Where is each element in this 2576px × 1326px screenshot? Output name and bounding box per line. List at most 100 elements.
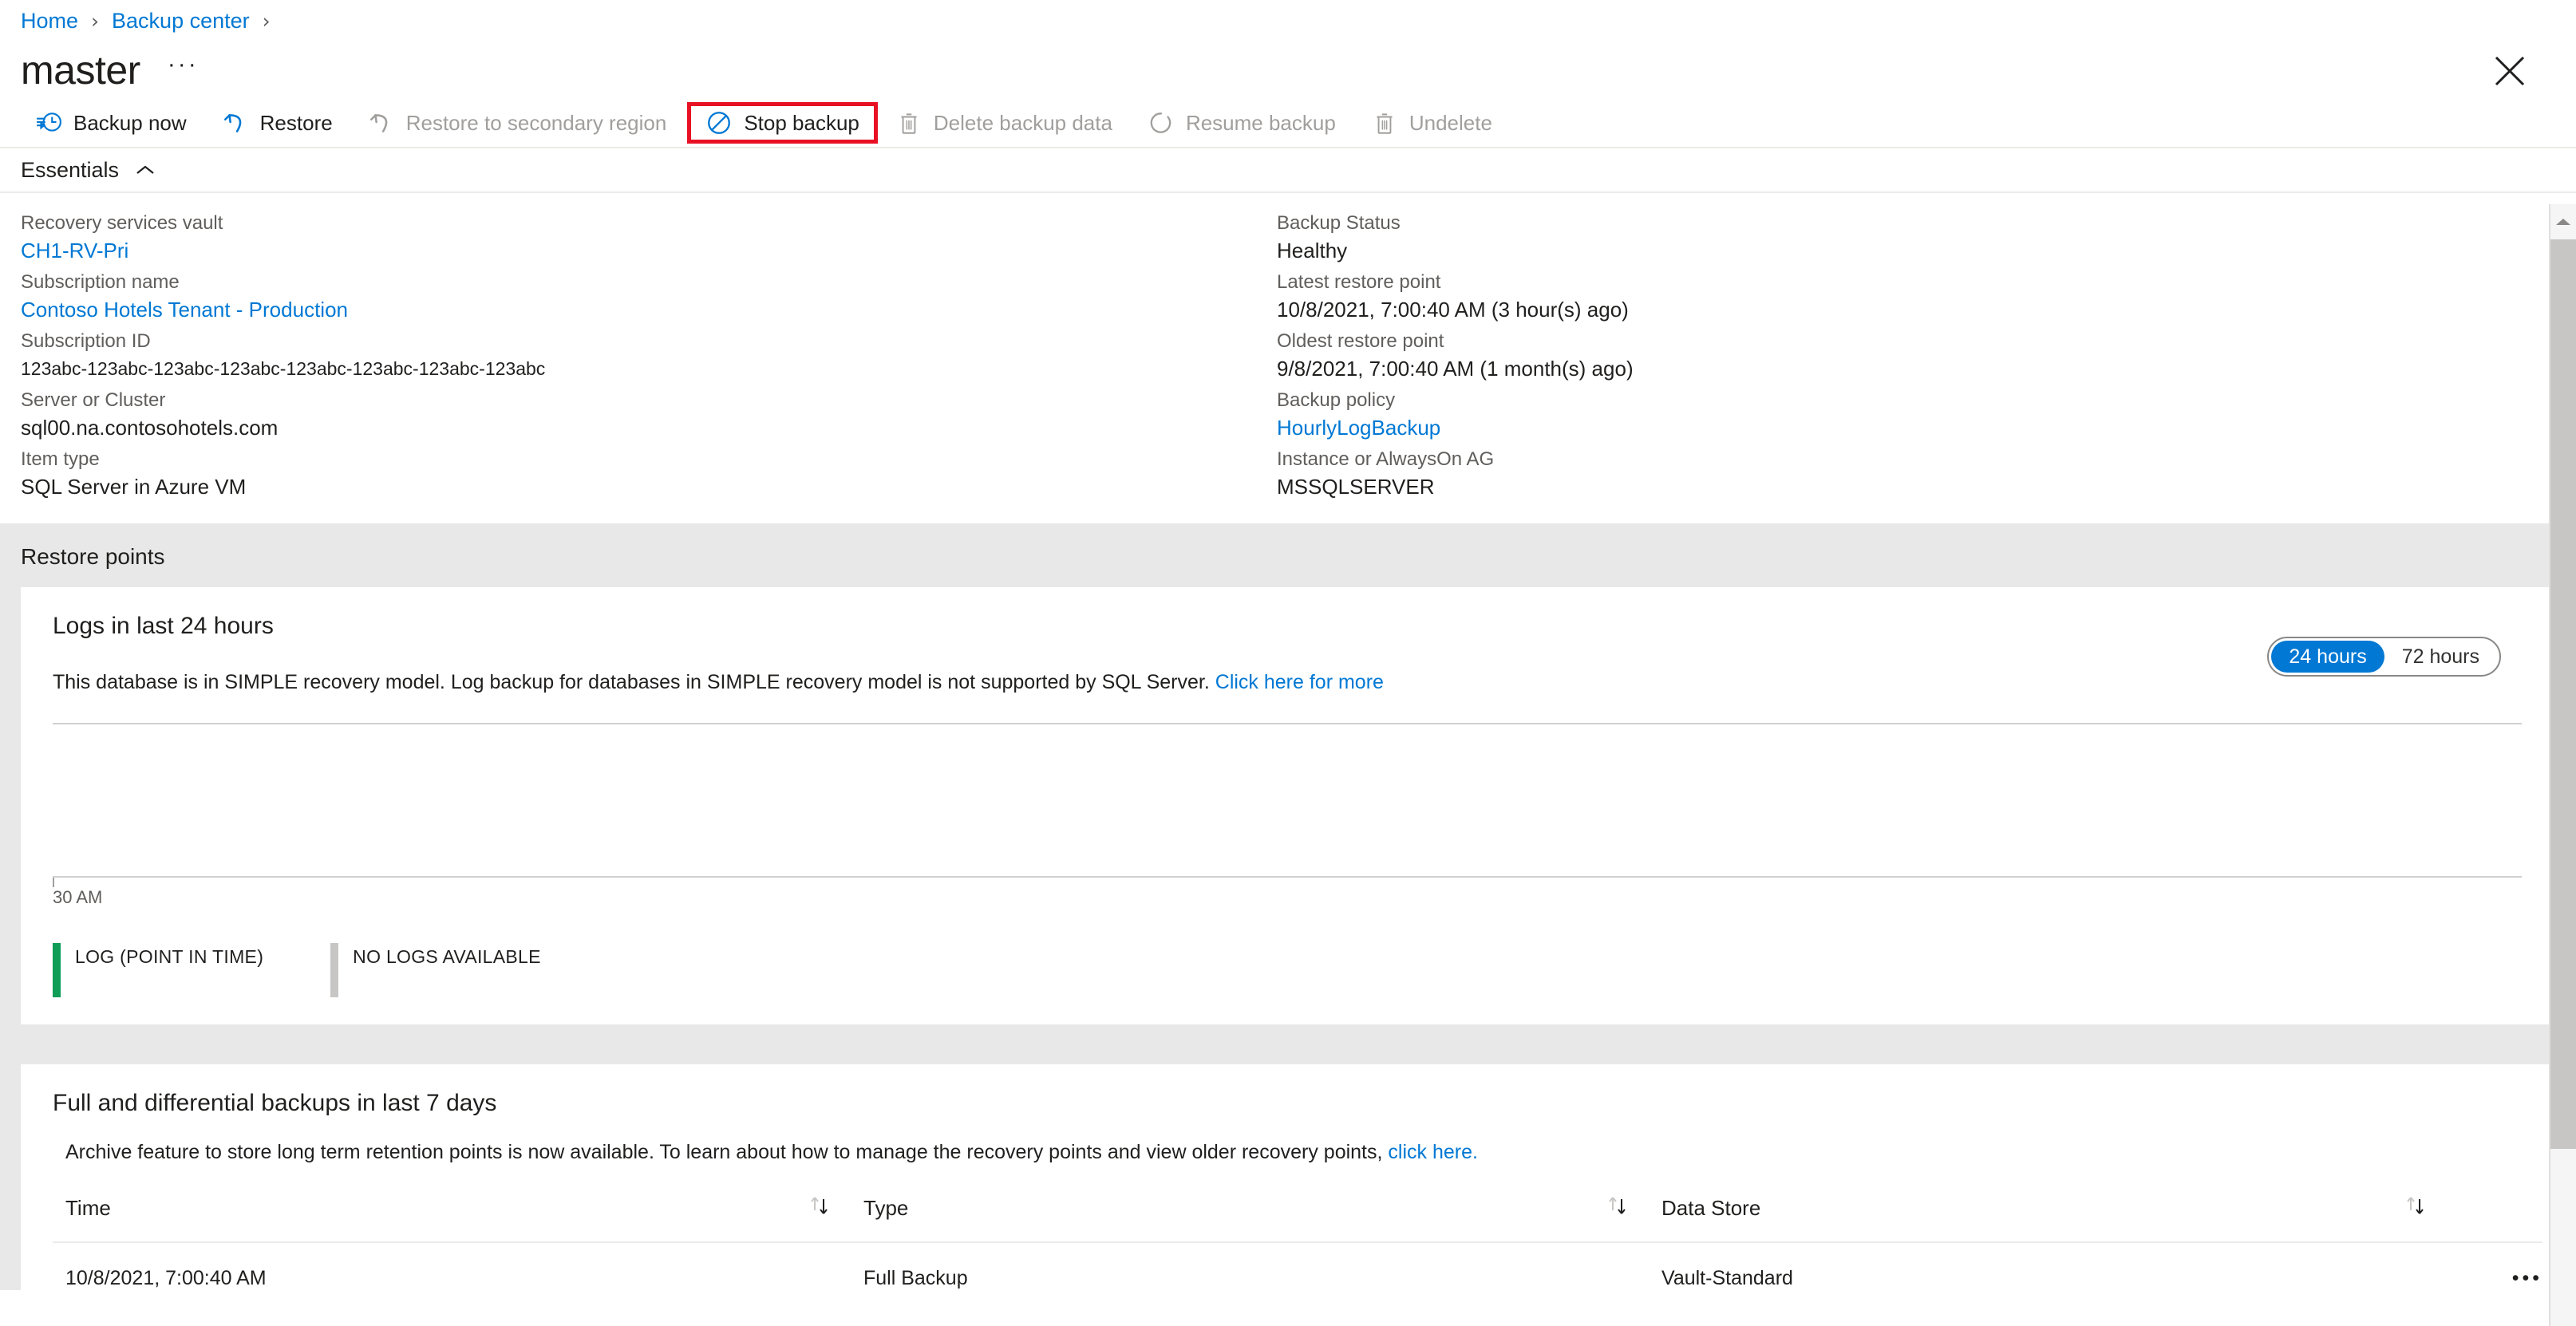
field-label: Backup policy [1277, 389, 1396, 411]
field-item-type: Item type SQL Server in Azure VM [21, 447, 1277, 501]
backup-now-icon [37, 112, 61, 132]
column-header-time[interactable]: Time [53, 1196, 851, 1243]
column-header-data-store[interactable]: Data Store [1649, 1196, 2447, 1243]
page-title: master [21, 48, 140, 93]
chart-axis-tick [53, 878, 54, 887]
column-header-type[interactable]: Type [851, 1196, 1649, 1243]
time-range-toggle: 24 hours 72 hours [2267, 637, 2501, 677]
column-label: Data Store [1661, 1196, 1761, 1220]
command-delete-backup-data: Delete backup data [878, 102, 1130, 144]
chart-x-tick-label: 30 AM [53, 887, 103, 907]
chevron-up-icon [136, 165, 154, 174]
logs-card: Logs in last 24 hours This database is i… [21, 587, 2554, 1024]
logs-note-link[interactable]: Click here for more [1215, 671, 1384, 693]
chevron-up-icon [2556, 219, 2570, 225]
backups-card-title: Full and differential backups in last 7 … [53, 1090, 497, 1116]
backups-note-link[interactable]: click here. [1388, 1141, 1478, 1163]
field-value[interactable]: HourlyLogBackup [1277, 413, 1634, 442]
restore-points-section: Restore points Logs in last 24 hours Thi… [0, 523, 2576, 1290]
cell-data-store: Vault-Standard [1661, 1267, 1793, 1289]
essentials-toggle[interactable]: Essentials [0, 148, 2576, 193]
toggle-option-24-hours[interactable]: 24 hours [2271, 641, 2384, 673]
field-server-or-cluster: Server or Cluster sql00.na.contosohotels… [21, 388, 1277, 442]
backups-card-note: Archive feature to store long term reten… [53, 1141, 2522, 1164]
sort-icon [2407, 1197, 2424, 1214]
scrollbar-up-button[interactable] [2550, 204, 2576, 239]
field-recovery-services-vault: Recovery services vault CH1-RV-Pri [21, 211, 1277, 265]
row-context-menu-button[interactable]: ••• [2447, 1242, 2542, 1290]
command-restore-to-secondary-region: Restore to secondary region [350, 102, 685, 144]
more-options-button[interactable]: ··· [168, 53, 199, 81]
field-label: Subscription name [21, 271, 180, 293]
backups-table: Time Type Data Store 10/8/2021, 7:00:40 … [53, 1196, 2542, 1290]
field-value[interactable]: CH1-RV-Pri [21, 236, 1277, 265]
page-header: master ··· [0, 41, 2576, 99]
field-subscription-name: Subscription name Contoso Hotels Tenant … [21, 270, 1277, 324]
backups-card: Full and differential backups in last 7 … [21, 1064, 2554, 1290]
chart-legend: LOG (POINT IN TIME) NO LOGS AVAILABLE [53, 943, 2522, 997]
close-icon [2495, 56, 2525, 86]
command-backup-now[interactable]: Backup now [18, 102, 204, 144]
field-label: Recovery services vault [21, 212, 223, 234]
field-value: 9/8/2021, 7:00:40 AM (1 month(s) ago) [1277, 357, 1634, 381]
chart-axis-line [53, 876, 2522, 887]
section-title-restore-points: Restore points [21, 544, 165, 569]
cell-type: Full Backup [863, 1267, 968, 1289]
resume-backup-icon [1150, 112, 1171, 133]
scrollbar-thumb[interactable] [2550, 239, 2576, 1149]
command-undelete: Undelete [1353, 102, 1510, 144]
backup-item-blade: Home › Backup center › master ··· Backup… [0, 0, 2576, 1326]
close-blade-button[interactable] [2493, 54, 2527, 88]
field-label: Latest restore point [1277, 271, 1441, 293]
field-value: sql00.na.contosohotels.com [21, 416, 279, 440]
command-label: Undelete [1409, 110, 1492, 135]
trash-icon [901, 113, 917, 134]
field-label: Subscription ID [21, 330, 151, 352]
field-instance-or-alwayson-ag: Instance or AlwaysOn AG MSSQLSERVER [1277, 447, 1634, 501]
chart-plot-area [53, 724, 2522, 876]
breadcrumb: Home › Backup center › [0, 0, 2576, 41]
field-value: 123abc-123abc-123abc-123abc-123abc-123ab… [21, 358, 546, 379]
logs-card-note: This database is in SIMPLE recovery mode… [53, 669, 2522, 696]
field-backup-status: Backup Status Healthy [1277, 211, 1634, 265]
command-restore[interactable]: Restore [204, 102, 350, 144]
trash-icon [1377, 113, 1393, 134]
column-header-actions [2447, 1196, 2542, 1243]
table-header-row: Time Type Data Store [53, 1196, 2542, 1243]
command-resume-backup: Resume backup [1130, 102, 1353, 144]
field-value[interactable]: Contoso Hotels Tenant - Production [21, 295, 1277, 324]
field-label: Item type [21, 448, 100, 470]
command-label: Restore [259, 110, 333, 135]
breadcrumb-item-backup-center[interactable]: Backup center [112, 9, 250, 34]
legend-swatch-icon [53, 943, 61, 997]
column-label: Type [863, 1196, 909, 1220]
command-bar: Backup now Restore Restore to secondary … [0, 99, 2576, 148]
toggle-option-72-hours[interactable]: 72 hours [2384, 641, 2497, 673]
legend-item-log-point-in-time: LOG (POINT IN TIME) [53, 943, 263, 997]
field-backup-policy: Backup policy HourlyLogBackup [1277, 388, 1634, 442]
field-value: 10/8/2021, 7:00:40 AM (3 hour(s) ago) [1277, 298, 1629, 322]
command-stop-backup[interactable]: Stop backup [687, 102, 878, 144]
card-gap [0, 1024, 2576, 1064]
field-label: Backup Status [1277, 212, 1401, 234]
vertical-scrollbar[interactable] [2549, 204, 2576, 1326]
command-label: Resume backup [1185, 110, 1336, 135]
command-label: Delete backup data [933, 110, 1112, 135]
breadcrumb-separator-icon: › [262, 9, 271, 33]
table-row[interactable]: 10/8/2021, 7:00:40 AM Full Backup Vault-… [53, 1242, 2542, 1290]
logs-card-title: Logs in last 24 hours [53, 613, 274, 639]
breadcrumb-item-home[interactable]: Home [21, 9, 78, 34]
stop-backup-icon [708, 112, 731, 134]
field-label: Server or Cluster [21, 389, 166, 411]
command-label: Restore to secondary region [405, 110, 667, 135]
backups-note-text: Archive feature to store long term reten… [65, 1141, 1383, 1163]
essentials-right-column: Backup Status Healthy Latest restore poi… [1277, 211, 1634, 506]
legend-swatch-icon [330, 943, 339, 997]
essentials-left-column: Recovery services vault CH1-RV-Pri Subsc… [0, 211, 1277, 506]
command-label: Stop backup [744, 110, 859, 135]
field-value: Healthy [1277, 239, 1348, 262]
breadcrumb-separator-icon: › [91, 9, 100, 33]
restore-secondary-icon [369, 114, 387, 132]
legend-label: NO LOGS AVAILABLE [353, 946, 541, 967]
logs-timeline-chart: 30 AM LOG (POINT IN TIME) NO LOGS AVAILA… [53, 723, 2522, 997]
